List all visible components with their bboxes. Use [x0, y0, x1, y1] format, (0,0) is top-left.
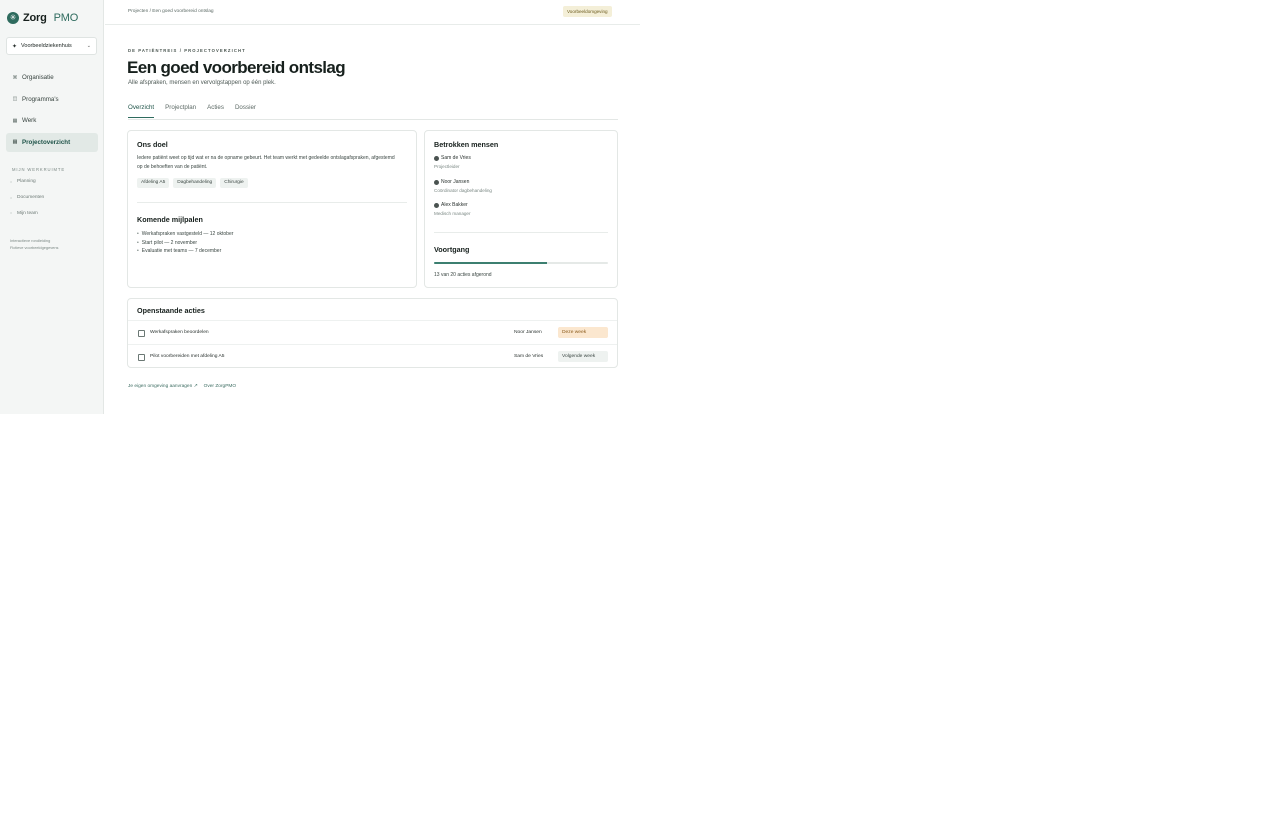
- sidebar-item-programmas[interactable]: ◫ Programma's: [6, 90, 98, 109]
- goal-heading: Ons doel: [137, 140, 168, 149]
- programmes-icon: ◫: [12, 96, 18, 103]
- brand[interactable]: ✳ Zorg PMO: [7, 12, 78, 24]
- brand-name-secondary: PMO: [53, 12, 79, 24]
- milestone-item: Werkafspraken vastgesteld — 12 oktober: [137, 230, 234, 239]
- person-role: Medisch manager: [434, 211, 471, 216]
- tab-acties[interactable]: Acties: [207, 101, 224, 118]
- circle-icon: ○: [10, 211, 13, 216]
- workspace-item-documenten[interactable]: ○ Documenten: [10, 190, 90, 206]
- person-name-text: Noor Jansen: [441, 179, 470, 185]
- sidebar-footer: Interactieve rondleiding Fictieve voorbe…: [10, 238, 58, 252]
- milestone-item: Start pilot — 2 november: [137, 239, 233, 248]
- workspace-item-label: Documenten: [17, 195, 45, 201]
- progress-bar: [434, 262, 608, 264]
- person-name-text: Alex Bakker: [441, 202, 468, 208]
- due-badge: Volgende week: [558, 351, 608, 362]
- avatar: [434, 179, 439, 185]
- sidebar-item-projectoverzicht[interactable]: ▤ Projectoverzicht: [6, 132, 98, 152]
- goal-card: Ons doel Iedere patiënt weet op tijd wat…: [127, 130, 417, 288]
- avatar: [434, 155, 439, 161]
- about-link[interactable]: Over ZorgPMO: [204, 384, 237, 389]
- asterisk-logo-icon: ✳: [7, 12, 19, 24]
- sidebar-item-label: Organisatie: [22, 74, 54, 81]
- progress-heading: Voortgang: [434, 245, 470, 254]
- table-row[interactable]: Werkafspraken beoordelen Noor Jansen Dez…: [128, 320, 617, 345]
- action-checkbox[interactable]: [138, 354, 145, 361]
- open-actions-heading: Openstaande acties: [137, 306, 205, 315]
- tab-overzicht[interactable]: Overzicht: [128, 101, 155, 118]
- open-actions-card: Openstaande acties Werkafspraken beoorde…: [127, 298, 618, 368]
- divider: [137, 202, 407, 203]
- page-subtitle: Alle afspraken, mensen en vervolgstappen…: [128, 80, 276, 86]
- topbar: Projecten / Een goed voorbereid ontslag …: [105, 0, 640, 25]
- tab-bar: Overzicht Projectplan Acties Dossier: [128, 101, 618, 120]
- organisation-icon: ✦: [12, 43, 18, 50]
- tab-dossier[interactable]: Dossier: [235, 101, 256, 118]
- person-item[interactable]: Alex Bakker Medisch manager: [434, 202, 471, 216]
- sidebar-item-label: Projectoverzicht: [22, 138, 71, 146]
- milestones-heading: Komende mijlpalen: [137, 215, 203, 224]
- organisation-icon: ⌘: [12, 74, 18, 81]
- table-row[interactable]: Pilot voorbereiden met afdeling A5 Sam d…: [128, 344, 617, 369]
- progress-label: 13 van 20 acties afgerond: [434, 272, 492, 278]
- workspace-section-label: MIJN WERKRUIMTE: [12, 167, 66, 172]
- organisation-select[interactable]: ✦ Voorbeeldziekenhuis ⌄: [6, 37, 97, 55]
- people-card: Betrokken mensen Sam de Vries Projectlei…: [424, 130, 618, 288]
- workspace-item-label: Planning: [17, 179, 36, 185]
- person-role: Projectleider: [434, 164, 460, 169]
- person-name: Alex Bakker: [434, 202, 471, 208]
- tag-chip: Dagbehandeling: [173, 178, 217, 188]
- circle-icon: ○: [10, 195, 13, 200]
- page-title: Een goed voorbereid ontslag: [127, 58, 346, 77]
- divider: [434, 232, 608, 233]
- brand-name-primary: Zorg: [23, 12, 47, 24]
- action-owner: Sam de Vries: [514, 354, 544, 359]
- tag-chip: Afdeling A5: [137, 178, 170, 188]
- tour-note: Interactieve rondleiding: [10, 238, 51, 243]
- workspace-item-mijn-team[interactable]: ○ Mijn team: [10, 205, 90, 221]
- goal-text: Iedere patiënt weet op tijd wat er na de…: [137, 155, 395, 170]
- fictitious-data-note: Fictieve voorbeeldgegevens: [10, 244, 59, 250]
- footer-links: Je eigen omgeving aanvragen ↗ Over ZorgP…: [128, 384, 236, 389]
- page-eyebrow: DE PATIËNTREIS / PROJECTOVERZICHT: [128, 48, 246, 53]
- person-name: Noor Jansen: [434, 179, 492, 185]
- sidebar-item-label: Werk: [22, 117, 37, 125]
- sidebar-item-werk[interactable]: ▦ Werk: [6, 111, 98, 130]
- sidebar-nav: ⌘ Organisatie ◫ Programma's ▦ Werk ▤ Pro…: [6, 68, 98, 154]
- action-label: Pilot voorbereiden met afdeling A5: [150, 354, 225, 359]
- request-environment-link[interactable]: Je eigen omgeving aanvragen ↗: [128, 384, 198, 389]
- milestones-list: Werkafspraken vastgesteld — 12 oktober S…: [137, 230, 234, 256]
- workspace-item-label: Mijn team: [17, 210, 38, 216]
- action-owner: Noor Jansen: [514, 330, 542, 335]
- tag-chip: Chirurgie: [220, 178, 248, 188]
- progress-bar-fill: [434, 262, 548, 264]
- sidebar-item-organisatie[interactable]: ⌘ Organisatie: [6, 68, 98, 87]
- organisation-select-value: Voorbeeldziekenhuis: [21, 43, 72, 49]
- project-overview-icon: ▤: [12, 139, 18, 146]
- due-badge: Deze week: [558, 327, 608, 338]
- app-root: ✳ Zorg PMO ✦ Voorbeeldziekenhuis ⌄ ⌘ Orga…: [0, 0, 640, 414]
- people-heading: Betrokken mensen: [434, 140, 499, 149]
- circle-icon: ○: [10, 179, 13, 184]
- person-role: Coördinator dagbehandeling: [434, 188, 492, 193]
- workspace-item-planning[interactable]: ○ Planning: [10, 174, 90, 190]
- sidebar: ✳ Zorg PMO ✦ Voorbeeldziekenhuis ⌄ ⌘ Orga…: [0, 0, 104, 414]
- action-checkbox[interactable]: [138, 330, 145, 337]
- person-name: Sam de Vries: [434, 155, 471, 161]
- workspace-list: ○ Planning ○ Documenten ○ Mijn team: [10, 174, 90, 221]
- avatar: [434, 202, 439, 208]
- person-item[interactable]: Sam de Vries Projectleider: [434, 155, 471, 169]
- tag-list: Afdeling A5 Dagbehandeling Chirurgie: [137, 178, 248, 188]
- work-icon: ▦: [12, 117, 18, 124]
- person-name-text: Sam de Vries: [441, 155, 471, 161]
- milestone-item: Evaluatie met teams — 7 december: [137, 247, 233, 256]
- tab-projectplan[interactable]: Projectplan: [165, 101, 196, 118]
- breadcrumb[interactable]: Projecten / Een goed voorbereid ontslag: [128, 9, 214, 14]
- person-item[interactable]: Noor Jansen Coördinator dagbehandeling: [434, 179, 492, 193]
- environment-badge: Voorbeeldomgeving: [563, 6, 612, 17]
- action-label: Werkafspraken beoordelen: [150, 330, 209, 335]
- sidebar-item-label: Programma's: [22, 95, 59, 103]
- chevron-down-icon: ⌄: [86, 43, 91, 49]
